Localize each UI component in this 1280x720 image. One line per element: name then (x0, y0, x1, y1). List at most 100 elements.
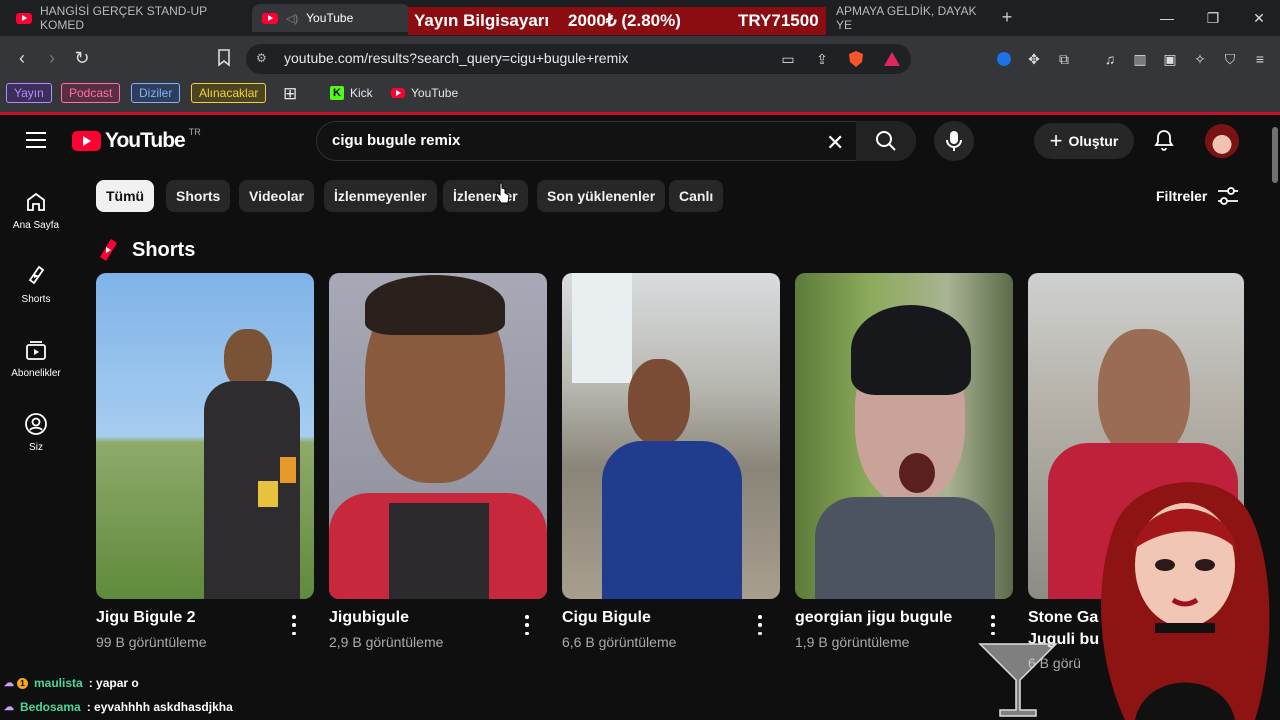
chip-all[interactable]: Tümü (96, 180, 155, 212)
more-options-icon[interactable] (756, 615, 764, 635)
short-views: 6,6 B görüntüleme (562, 634, 677, 650)
banner-total: TRY71500 (738, 11, 819, 30)
short-views: 1,9 B görüntüleme (795, 634, 910, 650)
screenshot-icon[interactable]: ⧉ (1054, 49, 1074, 69)
close-window-button[interactable]: ✕ (1236, 0, 1280, 36)
scrollbar-thumb[interactable] (1272, 127, 1278, 183)
chip-videos[interactable]: Videolar (239, 180, 314, 212)
brave-shield-icon[interactable] (846, 49, 866, 69)
voice-search-button[interactable] (934, 121, 974, 161)
bookmark-label: YouTube (411, 86, 459, 100)
browser-tab[interactable]: HANGİSİ GERÇEK STAND-UP KOMED (6, 4, 246, 32)
short-card[interactable]: Cigu Bigule 6,6 B görüntüleme (562, 273, 780, 650)
back-arrow-icon[interactable]: ‹ (10, 46, 34, 70)
youtube-icon (391, 88, 405, 98)
bookmark-folder-yayin[interactable]: Yayın (6, 83, 52, 103)
short-card[interactable]: georgian jigu bugule 1,9 B görüntüleme (795, 273, 1013, 650)
extensions-puzzle-icon[interactable]: ✥ (1024, 49, 1044, 69)
extension-icon[interactable] (994, 49, 1014, 69)
sidebar-item-home[interactable]: Ana Sayfa (0, 190, 72, 231)
short-title[interactable]: georgian jigu bugule (795, 609, 952, 627)
chip-watched[interactable]: İzlenenler (443, 180, 528, 212)
filters-label: Filtreler (1156, 188, 1208, 204)
youtube-favicon-icon (262, 12, 278, 24)
youtube-favicon-icon (16, 12, 32, 24)
more-options-icon[interactable] (523, 615, 531, 635)
chip-unwatched[interactable]: İzlenmeyenler (324, 180, 437, 212)
sidebar-item-label: Shorts (21, 294, 51, 305)
leo-ai-icon[interactable]: ✧ (1190, 49, 1210, 69)
filters-button[interactable]: Filtreler (1156, 186, 1239, 206)
bookmark-icon[interactable] (212, 46, 236, 70)
bookmark-youtube[interactable]: YouTube (391, 86, 458, 100)
vpn-shield-icon[interactable]: ⛉ (1220, 49, 1240, 69)
home-icon (27, 192, 45, 211)
short-thumbnail[interactable] (795, 273, 1013, 599)
more-options-icon[interactable] (290, 615, 298, 635)
cast-icon[interactable]: ▭ (778, 49, 798, 69)
bookmark-folder-diziler[interactable]: Diziler (131, 83, 181, 103)
site-settings-icon[interactable]: ⚙ (256, 51, 272, 67)
sidebar-item-label: Ana Sayfa (12, 220, 60, 231)
brave-rewards-icon[interactable] (882, 49, 902, 69)
chip-shorts[interactable]: Shorts (166, 180, 231, 212)
short-title[interactable]: Jigubigule (329, 609, 409, 627)
shorts-section-header: Shorts (98, 238, 195, 262)
bookmark-folder-alinacaklar[interactable]: Alınacaklar (191, 83, 267, 103)
short-thumbnail[interactable] (96, 273, 314, 599)
bookmark-kick[interactable]: K Kick (330, 86, 373, 100)
browser-tab[interactable]: APMAYA GELDİK, DAYAK YE (826, 4, 990, 32)
sidebar-item-subscriptions[interactable]: Abonelikler (0, 338, 72, 379)
address-url[interactable]: youtube.com/results?search_query=cigu+bu… (284, 50, 628, 66)
apps-grid-icon[interactable]: ⊞ (283, 84, 297, 104)
bookmark-folder-podcast[interactable]: Podcast (61, 83, 121, 103)
reload-icon[interactable]: ↻ (70, 46, 94, 70)
browser-tab-active[interactable]: ◁) YouTube (252, 4, 410, 32)
sidebar-item-you[interactable]: Siz (0, 412, 72, 453)
maximize-button[interactable]: ❐ (1190, 0, 1236, 36)
search-button[interactable] (856, 121, 916, 161)
tab-title: APMAYA GELDİK, DAYAK YE (836, 4, 977, 32)
short-thumbnail[interactable] (329, 273, 547, 599)
notifications-bell-icon[interactable] (1152, 128, 1176, 152)
microphone-icon (946, 131, 962, 151)
menu-icon[interactable]: ≡ (1250, 49, 1270, 69)
chat-badge-icon: ☁ (4, 701, 14, 713)
wallet-icon[interactable]: ▣ (1160, 49, 1180, 69)
chat-text: : eyvahhhh askdhasdjkha (86, 700, 233, 714)
tab-title: HANGİSİ GERÇEK STAND-UP KOMED (40, 4, 207, 32)
chip-live[interactable]: Canlı (669, 180, 724, 212)
sidebar-item-label: Siz (29, 442, 43, 453)
page-scrollbar[interactable] (1270, 115, 1280, 720)
logo-text: YouTube (105, 129, 186, 152)
stream-frame-border (0, 112, 1280, 115)
create-button[interactable]: + Oluştur (1034, 123, 1134, 159)
more-options-icon[interactable] (989, 615, 997, 635)
short-title[interactable]: Cigu Bigule (562, 609, 651, 627)
short-card[interactable]: Jigubigule 2,9 B görüntüleme (329, 273, 547, 650)
media-icon[interactable]: ♫ (1100, 49, 1120, 69)
sidebar-icon[interactable]: ▥ (1130, 49, 1150, 69)
mouse-cursor-icon (496, 182, 510, 204)
banner-label: Yayın Bilgisayarı (414, 11, 550, 30)
minimize-button[interactable]: — (1144, 0, 1190, 36)
short-title[interactable]: Jigu Bigule 2 (96, 609, 196, 627)
search-input[interactable]: cigu bugule remix (332, 132, 460, 149)
share-icon[interactable]: ⇪ (812, 49, 832, 69)
short-card[interactable]: Jigu Bigule 2 99 B görüntüleme (96, 273, 314, 650)
sidebar-item-shorts[interactable]: Shorts (0, 264, 72, 305)
forward-arrow-icon[interactable]: › (40, 46, 64, 70)
account-avatar[interactable] (1205, 124, 1239, 158)
clear-search-icon[interactable]: ✕ (826, 130, 844, 156)
audio-icon: ◁) (286, 12, 299, 25)
hamburger-menu-icon[interactable] (26, 132, 46, 148)
tab-title: YouTube (306, 11, 354, 25)
youtube-play-icon (72, 131, 101, 151)
chat-text: : yapar o (88, 676, 139, 690)
youtube-logo[interactable]: YouTube TR (72, 127, 201, 153)
search-icon (876, 131, 896, 151)
chip-recently-uploaded[interactable]: Son yüklenenler (537, 180, 666, 212)
vtuber-avatar (1101, 482, 1270, 720)
new-tab-button[interactable]: + (996, 6, 1018, 28)
short-thumbnail[interactable] (562, 273, 780, 599)
